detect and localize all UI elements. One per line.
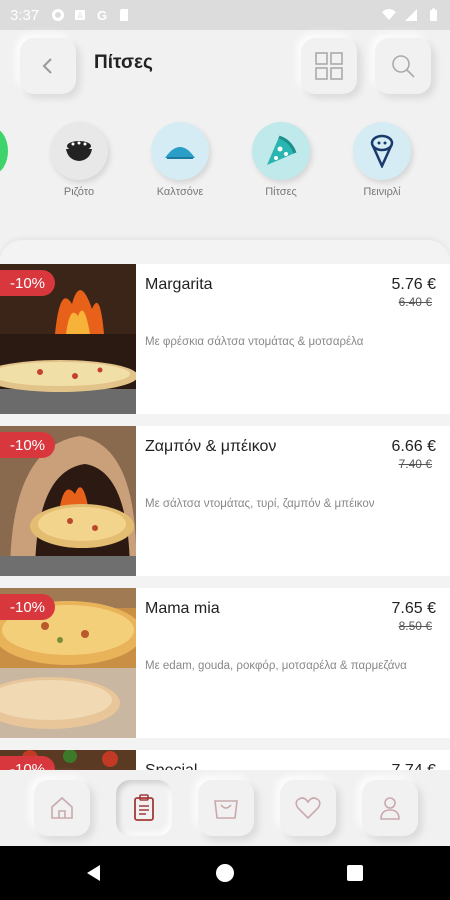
status-bar: 3:37 A G bbox=[0, 0, 450, 30]
basket-icon bbox=[214, 800, 238, 819]
product-card[interactable]: -10% Ζαμπόν & μπέικον 6.66 € 7.40 € Με σ… bbox=[0, 426, 450, 576]
category-calzone[interactable]: Καλτσόνε bbox=[140, 122, 220, 198]
settings-status-icon bbox=[52, 9, 65, 21]
product-name: Special bbox=[145, 762, 197, 770]
menu-list-icon bbox=[134, 794, 154, 821]
product-name: Mama mia bbox=[145, 600, 220, 617]
category-label: Πεινιρλί bbox=[363, 186, 401, 198]
product-description: Με edam, gouda, ροκφόρ, μοτσαρέλα & παρμ… bbox=[145, 660, 407, 672]
discount-badge: -10% bbox=[0, 756, 55, 770]
category-pizzas[interactable]: Πίτσες bbox=[241, 122, 321, 198]
battery-status-icon bbox=[430, 8, 437, 21]
home-icon bbox=[51, 796, 73, 819]
chevron-left-icon bbox=[42, 58, 52, 74]
product-card[interactable]: -10% Margarita 5.76 € 6.40 € Με φρέσκια … bbox=[0, 264, 450, 414]
product-card[interactable]: -10% Special 7.74 € bbox=[0, 750, 450, 770]
discount-badge: -10% bbox=[0, 270, 55, 296]
back-button[interactable] bbox=[20, 38, 76, 94]
category-strip: Ριζότο Καλτσόνε Πίτσες Πεινιρλί bbox=[0, 122, 450, 212]
category-circle bbox=[50, 122, 108, 180]
sd-card-status-icon bbox=[120, 9, 129, 21]
search-icon bbox=[392, 55, 415, 78]
svg-text:G: G bbox=[97, 8, 107, 22]
status-time: 3:37 bbox=[10, 6, 40, 24]
product-price: 7.74 € bbox=[392, 762, 436, 770]
notification-status-icon: A bbox=[75, 10, 86, 21]
pinsa-icon bbox=[370, 134, 394, 168]
system-home-icon[interactable] bbox=[215, 863, 235, 883]
heart-icon bbox=[295, 797, 321, 820]
app-header: Πίτσες bbox=[0, 30, 450, 120]
category-circle bbox=[252, 122, 310, 180]
system-navigation-bar bbox=[0, 846, 450, 900]
nav-menu-button[interactable] bbox=[116, 780, 172, 836]
grid-view-button[interactable] bbox=[301, 38, 357, 94]
category-peinirli[interactable]: Πεινιρλί bbox=[342, 122, 422, 198]
category-label: Καλτσόνε bbox=[156, 186, 204, 198]
profile-icon bbox=[380, 797, 400, 820]
product-name: Margarita bbox=[145, 276, 213, 293]
product-price: 7.65 € bbox=[391, 600, 436, 617]
product-old-price: 8.50 € bbox=[398, 619, 432, 633]
category-label: Πίτσες bbox=[265, 186, 297, 198]
wifi-status-icon bbox=[382, 9, 396, 20]
discount-badge: -10% bbox=[0, 594, 55, 620]
grid-icon bbox=[315, 52, 343, 80]
calzone-icon bbox=[165, 147, 195, 159]
category-circle bbox=[353, 122, 411, 180]
nav-profile-button[interactable] bbox=[362, 780, 418, 836]
system-back-icon[interactable] bbox=[84, 863, 104, 883]
product-description: Με σάλτσα ντομάτας, τυρί, ζαμπόν & μπέικ… bbox=[145, 498, 375, 510]
product-old-price: 6.40 € bbox=[398, 295, 432, 309]
product-card[interactable]: -10% Mama mia 7.65 € 8.50 € Με edam, gou… bbox=[0, 588, 450, 738]
product-price: 6.66 € bbox=[391, 438, 436, 455]
product-old-price: 7.40 € bbox=[398, 457, 432, 471]
rice-bowl-icon bbox=[66, 141, 92, 161]
discount-badge: -10% bbox=[0, 432, 55, 458]
category-circle bbox=[151, 122, 209, 180]
category-label: Ριζότο bbox=[63, 186, 95, 198]
product-list: -10% Margarita 5.76 € 6.40 € Με φρέσκια … bbox=[0, 240, 450, 770]
nav-favorites-button[interactable] bbox=[280, 780, 336, 836]
pizza-slice-icon bbox=[267, 135, 297, 165]
category-partial[interactable] bbox=[0, 128, 8, 174]
system-recents-icon[interactable] bbox=[346, 864, 364, 882]
category-risotto[interactable]: Ριζότο bbox=[39, 122, 119, 198]
product-name: Ζαμπόν & μπέικον bbox=[145, 438, 277, 455]
signal-status-icon bbox=[405, 9, 417, 21]
page-title: Πίτσες bbox=[94, 52, 153, 73]
product-price: 5.76 € bbox=[391, 276, 436, 293]
search-button[interactable] bbox=[375, 38, 431, 94]
nav-home-button[interactable] bbox=[34, 780, 90, 836]
product-description: Με φρέσκια σάλτσα ντομάτας & μοτσαρέλα bbox=[145, 336, 364, 348]
svg-text:A: A bbox=[78, 12, 84, 21]
nav-basket-button[interactable] bbox=[198, 780, 254, 836]
google-status-icon: G bbox=[97, 8, 107, 22]
bottom-navigation bbox=[0, 770, 450, 846]
